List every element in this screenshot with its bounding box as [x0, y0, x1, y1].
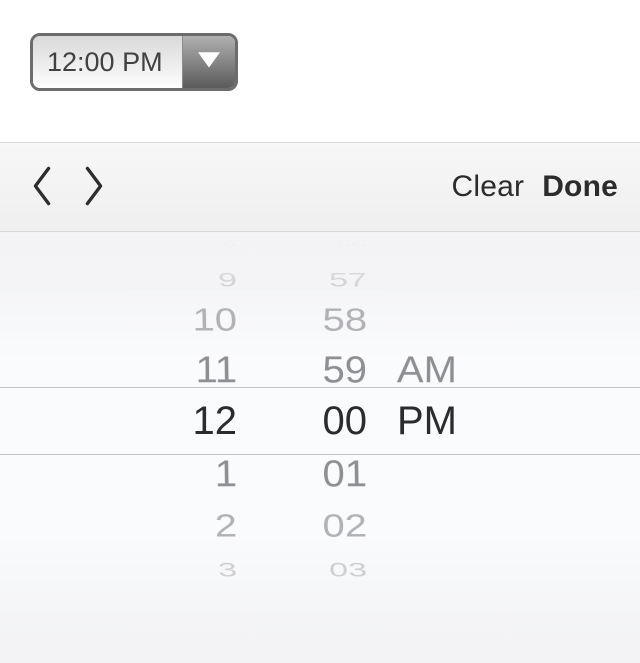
hour-option[interactable]: 10 [124, 295, 238, 346]
minute-option[interactable]: 02 [254, 501, 368, 552]
hour-option[interactable]: 3 [123, 552, 239, 588]
time-dropdown-button[interactable] [183, 36, 235, 88]
minute-option[interactable]: 56 [252, 236, 369, 253]
minute-option[interactable]: 58 [254, 295, 368, 346]
next-button[interactable] [74, 157, 114, 217]
minute-option[interactable]: 57 [253, 262, 369, 298]
hour-option[interactable]: 8 [122, 236, 239, 253]
minute-wheel[interactable]: 56 57 58 59 00 01 02 03 [255, 232, 385, 663]
prev-button[interactable] [22, 157, 62, 217]
hour-option[interactable]: 2 [124, 501, 238, 552]
picker-toolbar: Clear Done [0, 142, 640, 232]
chevron-left-icon [31, 166, 53, 209]
wheel-columns: 8 9 10 11 12 1 2 3 56 57 58 59 00 01 02 … [0, 232, 640, 663]
hour-option[interactable]: 1 [124, 444, 237, 504]
time-field-combo [30, 33, 238, 91]
period-option-selected[interactable]: PM [397, 389, 515, 453]
hour-option[interactable]: 9 [123, 262, 239, 298]
triangle-down-icon [198, 52, 220, 73]
minute-option[interactable]: 01 [254, 444, 367, 504]
period-wheel[interactable]: AM PM [385, 232, 515, 663]
time-picker-panel: Clear Done 8 9 10 11 12 1 2 3 56 57 58 5… [0, 142, 640, 663]
hour-wheel[interactable]: 8 9 10 11 12 1 2 3 [125, 232, 255, 663]
done-button[interactable]: Done [542, 170, 618, 204]
chevron-right-icon [83, 166, 105, 209]
minute-option[interactable]: 03 [253, 552, 369, 588]
time-input[interactable] [33, 36, 183, 88]
picker-wheels: 8 9 10 11 12 1 2 3 56 57 58 59 00 01 02 … [0, 232, 640, 663]
clear-button[interactable]: Clear [451, 170, 524, 204]
